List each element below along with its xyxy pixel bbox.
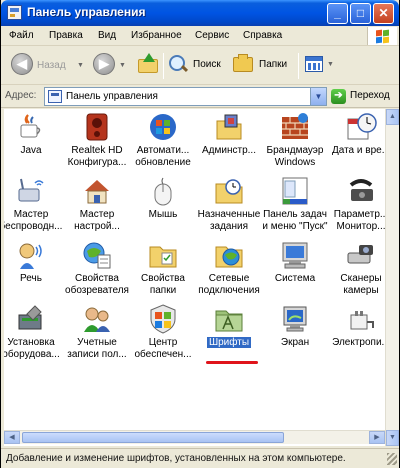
item-label: Дата и вре...	[331, 145, 385, 156]
display-icon	[283, 306, 307, 332]
vertical-scrollbar[interactable]: ▲ ▼	[385, 109, 399, 446]
scanner-icon	[347, 245, 373, 264]
back-dropdown-icon[interactable]: ▼	[77, 62, 84, 69]
maximize-button[interactable]: □	[350, 3, 371, 24]
item-power-options[interactable]: Электропи...	[326, 303, 385, 383]
resize-grip-icon[interactable]	[387, 453, 397, 465]
power-icon	[350, 311, 374, 330]
back-arrow-icon: ◀	[11, 53, 33, 75]
views-button[interactable]: ▼	[303, 53, 335, 77]
item-label: Сканеры камеры	[340, 273, 382, 296]
menu-view[interactable]: Вид	[98, 30, 116, 41]
forward-arrow-icon: ▶	[93, 53, 115, 75]
address-label: Адрес:	[5, 90, 37, 101]
internet-options-icon	[83, 242, 111, 269]
go-arrow-icon: ➔	[331, 89, 346, 104]
folders-button[interactable]: Папки	[231, 53, 293, 77]
scroll-right-icon[interactable]: ▶	[369, 431, 385, 444]
folders-label: Папки	[259, 59, 288, 70]
clock-icon	[347, 113, 377, 140]
address-value: Панель управления	[66, 91, 158, 102]
item-label: Электропи...	[332, 337, 385, 348]
search-button[interactable]: Поиск	[167, 53, 227, 77]
folder-options-icon	[149, 246, 177, 268]
back-button[interactable]: ◀ Назад ▼	[11, 51, 85, 79]
close-button[interactable]: ✕	[373, 3, 394, 24]
horizontal-scrollbar[interactable]: ◀ ▶	[4, 430, 385, 444]
title-bar[interactable]: Панель управления _ □ ✕	[1, 0, 399, 26]
hardware-icon	[18, 305, 42, 330]
control-panel-icon	[48, 90, 62, 103]
windows-update-icon	[150, 114, 176, 140]
mouse-icon	[154, 177, 172, 206]
users-icon	[84, 307, 110, 332]
back-label: Назад	[37, 60, 66, 71]
minimize-button[interactable]: _	[327, 3, 348, 24]
views-dropdown-icon[interactable]: ▼	[327, 61, 334, 68]
go-button[interactable]: ➔ Переход	[331, 88, 397, 106]
status-text: Добавление и изменение шрифтов, установл…	[6, 453, 346, 464]
menu-help[interactable]: Справка	[243, 30, 282, 41]
speech-icon	[19, 243, 42, 269]
toolbar-separator	[163, 53, 164, 79]
security-center-icon	[150, 304, 176, 334]
phone-icon	[349, 179, 373, 201]
taskbar-icon	[282, 177, 308, 205]
java-icon	[20, 114, 41, 138]
forward-button[interactable]: ▶ ▼	[89, 51, 129, 79]
menu-file[interactable]: Файл	[9, 30, 34, 41]
scroll-up-icon[interactable]: ▲	[386, 109, 399, 125]
menu-edit[interactable]: Правка	[49, 30, 83, 41]
toolbar-separator	[298, 53, 299, 79]
go-label: Переход	[350, 90, 390, 101]
scroll-left-icon[interactable]: ◀	[4, 431, 20, 444]
window-title: Панель управления	[27, 5, 146, 19]
views-icon	[305, 56, 323, 72]
address-bar: Адрес: Панель управления ▼ ➔ Переход	[1, 86, 399, 108]
firewall-icon	[282, 113, 308, 139]
search-label: Поиск	[193, 59, 221, 70]
up-folder-button[interactable]	[135, 51, 161, 79]
address-dropdown-icon[interactable]: ▼	[310, 88, 326, 105]
forward-dropdown-icon[interactable]: ▼	[119, 62, 126, 69]
status-bar: Добавление и изменение шрифтов, установл…	[1, 448, 399, 468]
scroll-down-icon[interactable]: ▼	[386, 430, 399, 446]
menu-tools[interactable]: Сервис	[195, 30, 229, 41]
folders-icon	[233, 54, 253, 72]
toolbar: ◀ Назад ▼ ▶ ▼ Поиск Папки ▼	[1, 47, 399, 85]
home-network-icon	[85, 180, 109, 204]
item-label: Параметр... Монитор...	[333, 209, 385, 232]
menu-favorites[interactable]: Избранное	[131, 30, 182, 41]
address-input[interactable]: Панель управления ▼	[44, 87, 327, 106]
control-panel-icon	[7, 5, 22, 20]
scheduled-tasks-icon	[215, 179, 243, 204]
menu-bar: Файл Правка Вид Избранное Сервис Справка	[1, 26, 399, 46]
horizontal-scroll-thumb[interactable]	[22, 432, 284, 443]
fonts-highlight-underline	[206, 361, 258, 364]
wireless-icon	[18, 178, 44, 202]
fonts-folder-icon	[215, 310, 243, 332]
windows-logo-icon	[367, 27, 397, 45]
control-panel-items: Java Realtek HD Конфигура... Автомати... о…	[4, 109, 385, 446]
control-panel-window: Панель управления _ □ ✕ Файл Правка Вид …	[1, 0, 399, 468]
search-icon	[169, 55, 187, 73]
system-icon	[282, 242, 308, 269]
up-arrow-icon	[143, 53, 155, 62]
admin-tools-icon	[216, 114, 242, 140]
speaker-icon	[86, 113, 108, 141]
network-icon	[215, 246, 243, 268]
